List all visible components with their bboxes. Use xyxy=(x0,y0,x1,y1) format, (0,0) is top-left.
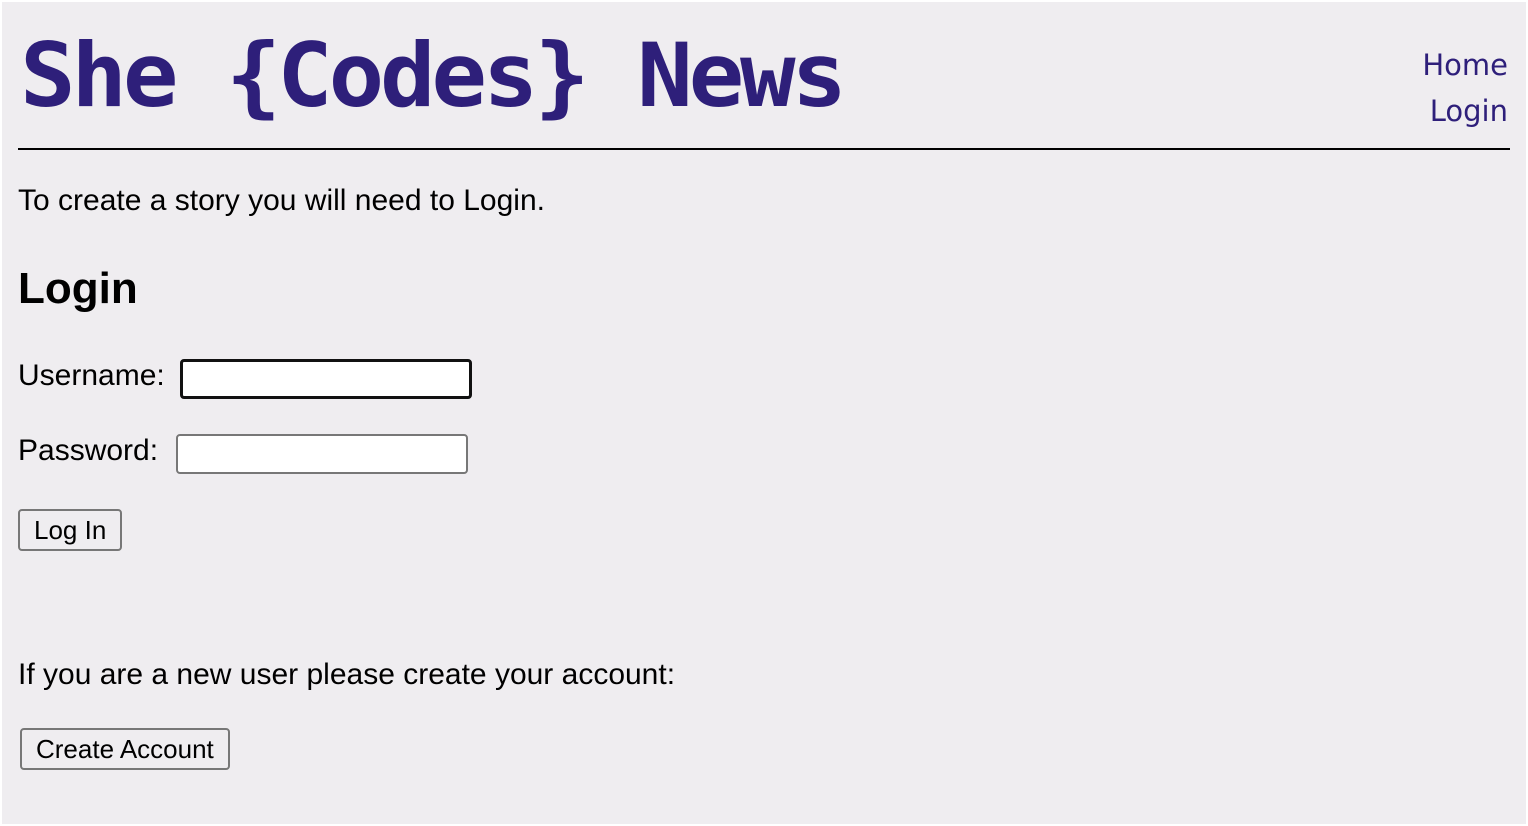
username-input[interactable] xyxy=(180,359,472,399)
header-divider xyxy=(18,148,1510,150)
site-title: She {Codes} News xyxy=(20,24,847,127)
password-label: Password: xyxy=(18,434,159,467)
nav-login-link[interactable]: Login xyxy=(1422,88,1508,134)
password-input[interactable] xyxy=(176,434,468,474)
create-account-button[interactable]: Create Account xyxy=(20,728,230,770)
login-heading: Login xyxy=(18,264,138,313)
signup-text: If you are a new user please create your… xyxy=(18,658,676,691)
username-label: Username: xyxy=(18,359,165,392)
main-nav: Home Login xyxy=(1422,42,1508,134)
nav-home-link[interactable]: Home xyxy=(1422,42,1508,88)
intro-text: To create a story you will need to Login… xyxy=(18,184,545,217)
log-in-button[interactable]: Log In xyxy=(18,509,123,551)
